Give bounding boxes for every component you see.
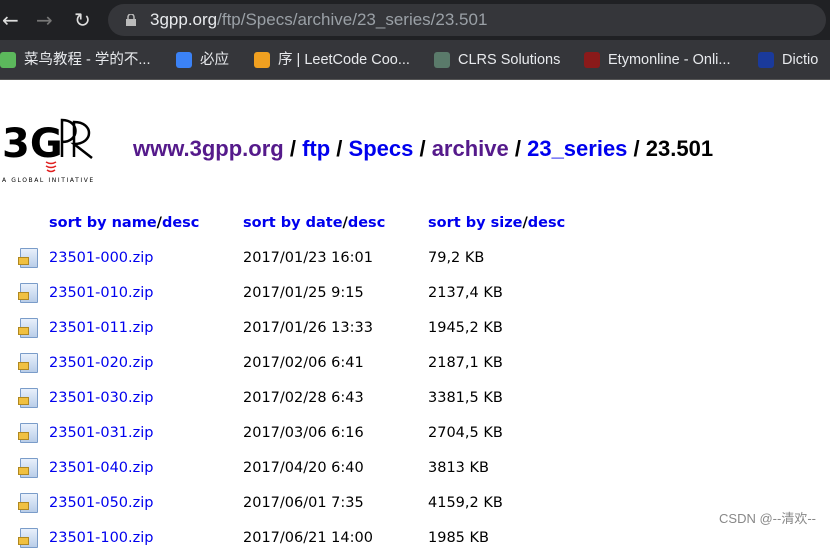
sort-by-name-link[interactable]: sort by name <box>49 215 157 231</box>
lock-icon <box>126 14 136 26</box>
file-size: 4159,2 KB <box>428 494 503 511</box>
file-date: 2017/01/25 9:15 <box>243 284 364 301</box>
bookmark-item[interactable]: Etymonline - Onli... <box>584 50 731 70</box>
zip-file-icon <box>18 388 38 408</box>
table-row: 23501-040.zip 2017/04/20 6:40 3813 KB <box>16 450 565 485</box>
file-link[interactable]: 23501-100.zip <box>49 530 154 546</box>
zip-file-icon <box>18 458 38 478</box>
file-date: 2017/06/21 14:00 <box>243 529 373 546</box>
sort-by-size-link[interactable]: sort by size <box>428 215 522 231</box>
sort-size-desc-link[interactable]: desc <box>528 215 565 231</box>
table-row: 23501-050.zip 2017/06/01 7:35 4159,2 KB <box>16 485 565 520</box>
zip-file-icon <box>18 353 38 373</box>
bookmarks-bar: 菜鸟教程 - 学的不... 必应 序 | LeetCode Coo... CLRS S… <box>0 40 830 80</box>
etymonline-icon <box>584 52 600 68</box>
file-date: 2017/02/28 6:43 <box>243 389 364 406</box>
url-path: /ftp/Specs/archive/23_series/23.501 <box>217 10 488 29</box>
file-date: 2017/01/23 16:01 <box>243 249 373 266</box>
table-row: 23501-100.zip 2017/06/21 14:00 1985 KB <box>16 520 565 555</box>
bookmark-label: Etymonline - Onli... <box>608 52 731 68</box>
forward-icon[interactable]: → <box>36 8 53 32</box>
file-date: 2017/01/26 13:33 <box>243 319 373 336</box>
file-size: 1985 KB <box>428 529 489 546</box>
file-size: 2137,4 KB <box>428 284 503 301</box>
bookmark-item[interactable]: 序 | LeetCode Coo... <box>254 50 410 70</box>
bookmark-label: CLRS Solutions <box>458 52 561 68</box>
breadcrumb-separator: / <box>627 136 646 161</box>
zip-file-icon <box>18 283 38 303</box>
bookmark-label: 必应 <box>200 52 229 68</box>
file-link[interactable]: 23501-031.zip <box>49 425 154 441</box>
breadcrumb-link[interactable]: archive <box>432 136 509 161</box>
file-link[interactable]: 23501-010.zip <box>49 285 154 301</box>
file-size: 3381,5 KB <box>428 389 503 406</box>
zip-file-icon <box>18 248 38 268</box>
file-link[interactable]: 23501-040.zip <box>49 460 154 476</box>
reload-icon[interactable]: ↻ <box>74 8 91 32</box>
file-link[interactable]: 23501-000.zip <box>49 250 154 266</box>
zip-file-icon <box>18 528 38 548</box>
file-date: 2017/03/06 6:16 <box>243 424 364 441</box>
url-host: 3gpp.org <box>150 10 218 29</box>
leetcode-icon <box>254 52 270 68</box>
dictionary-icon <box>758 52 774 68</box>
clrs-icon <box>434 52 450 68</box>
breadcrumb-separator: / <box>413 136 432 161</box>
file-listing: sort by name/desc sort by date/desc sort… <box>16 215 565 555</box>
file-size: 1945,2 KB <box>428 319 503 336</box>
bookmark-item[interactable]: Dictio <box>758 50 818 70</box>
sort-name-desc-link[interactable]: desc <box>162 215 199 231</box>
file-link[interactable]: 23501-030.zip <box>49 390 154 406</box>
bookmark-label: 序 | LeetCode Coo... <box>278 52 410 68</box>
file-link[interactable]: 23501-050.zip <box>49 495 154 511</box>
svg-text:3G: 3G <box>2 121 63 167</box>
bookmark-label: Dictio <box>782 52 819 68</box>
file-size: 79,2 KB <box>428 249 485 266</box>
file-date: 2017/06/01 7:35 <box>243 494 364 511</box>
zip-file-icon <box>18 493 38 513</box>
watermark: CSDN @--清欢-- <box>719 511 816 526</box>
breadcrumb-link[interactable]: www.3gpp.org <box>133 136 284 161</box>
table-row: 23501-031.zip 2017/03/06 6:16 2704,5 KB <box>16 415 565 450</box>
zip-file-icon <box>18 423 38 443</box>
bookmark-item[interactable]: 菜鸟教程 - 学的不... <box>0 50 150 70</box>
breadcrumb-link[interactable]: ftp <box>302 136 330 161</box>
table-row: 23501-020.zip 2017/02/06 6:41 2187,1 KB <box>16 345 565 380</box>
file-size: 2187,1 KB <box>428 354 503 371</box>
runoob-icon <box>0 52 16 68</box>
bookmark-label: 菜鸟教程 - 学的不... <box>24 52 151 68</box>
table-row: 23501-011.zip 2017/01/26 13:33 1945,2 KB <box>16 310 565 345</box>
table-row: 23501-030.zip 2017/02/28 6:43 3381,5 KB <box>16 380 565 415</box>
page-title-path: www.3gpp.org / ftp / Specs / archive / 2… <box>133 136 713 162</box>
svg-text:A GLOBAL INITIATIVE: A GLOBAL INITIATIVE <box>2 177 95 184</box>
breadcrumb-link[interactable]: Specs <box>349 136 414 161</box>
back-icon[interactable]: ← <box>2 8 19 32</box>
current-directory: 23.501 <box>645 136 714 161</box>
zip-file-icon <box>18 318 38 338</box>
bookmark-item[interactable]: CLRS Solutions <box>434 50 560 70</box>
file-date: 2017/04/20 6:40 <box>243 459 364 476</box>
sort-by-date-link[interactable]: sort by date <box>243 215 343 231</box>
breadcrumb-separator: / <box>508 136 528 161</box>
breadcrumb-link[interactable]: 23_series <box>527 136 627 161</box>
bing-search-icon <box>176 52 192 68</box>
table-row: 23501-010.zip 2017/01/25 9:15 2137,4 KB <box>16 275 565 310</box>
browser-toolbar: ← → ↻ 3gpp.org/ftp/Specs/archive/23_seri… <box>0 0 830 40</box>
breadcrumb-separator: / <box>330 136 349 161</box>
address-bar[interactable]: 3gpp.org/ftp/Specs/archive/23_series/23.… <box>108 4 826 36</box>
file-link[interactable]: 23501-020.zip <box>49 355 154 371</box>
3gpp-logo: 3G A GLOBAL INITIATIVE <box>2 118 95 184</box>
sort-date-desc-link[interactable]: desc <box>348 215 385 231</box>
bookmark-item[interactable]: 必应 <box>176 50 229 70</box>
file-size: 2704,5 KB <box>428 424 503 441</box>
table-row: 23501-000.zip 2017/01/23 16:01 79,2 KB <box>16 240 565 275</box>
breadcrumb-separator: / <box>283 136 303 161</box>
file-size: 3813 KB <box>428 459 489 476</box>
file-link[interactable]: 23501-011.zip <box>49 320 154 336</box>
file-date: 2017/02/06 6:41 <box>243 354 364 371</box>
